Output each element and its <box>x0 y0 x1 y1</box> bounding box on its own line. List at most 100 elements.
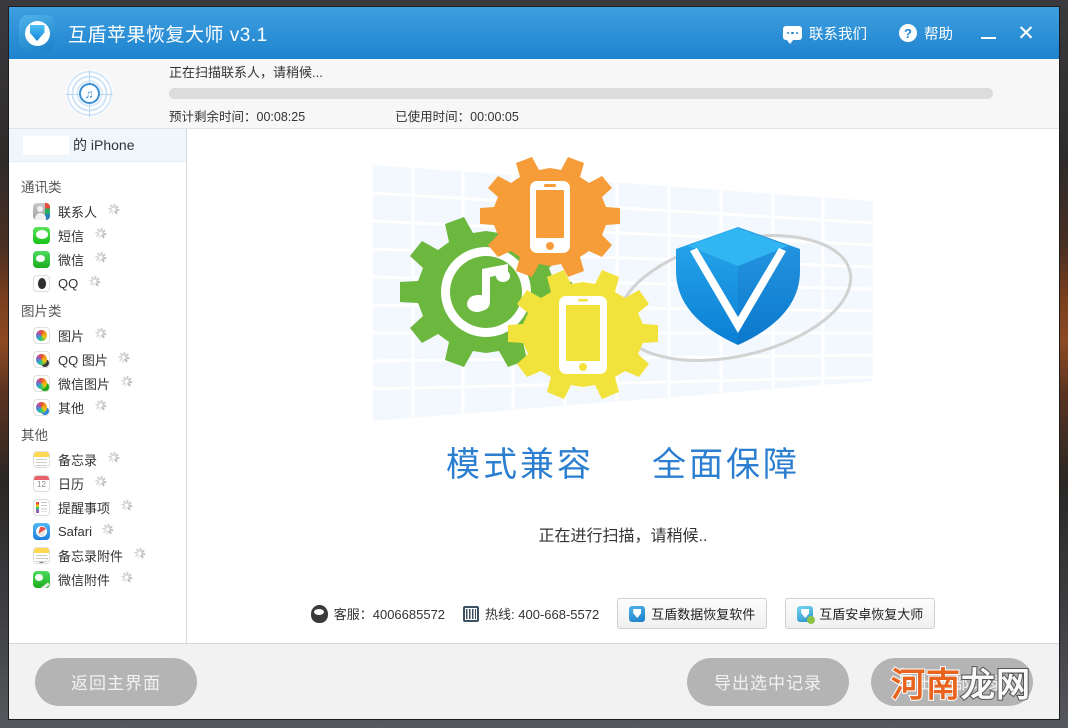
footer-toolbar: 返回主界面 导出选中记录 导出全部记录 河南龙网 <box>9 643 1059 719</box>
tagline-1: 模式兼容 <box>446 446 594 484</box>
photos-icon <box>33 326 50 344</box>
promo-android-recovery-label: 互盾安卓恢复大师 <box>819 607 924 622</box>
loading-spinner-icon <box>120 375 132 389</box>
loading-spinner-icon <box>107 451 119 465</box>
sidebar-group-title: 其他 <box>21 428 48 443</box>
qq-penguin-icon <box>308 604 330 624</box>
sidebar-item-qq-photos[interactable]: QQ 图片 <box>9 347 186 371</box>
scanning-message: 正在进行扫描，请稍候.. <box>538 528 708 545</box>
sidebar-item-label: QQ <box>58 275 79 291</box>
loading-spinner-icon <box>102 523 114 537</box>
device-header[interactable]: 的 iPhone <box>9 129 186 162</box>
sidebar-item-notes[interactable]: 备忘录 <box>9 447 186 471</box>
contact-us-button[interactable]: 联系我们 <box>767 23 883 44</box>
export-selected-button[interactable]: 导出选中记录 <box>687 657 849 706</box>
loading-spinner-icon <box>94 327 106 341</box>
loading-spinner-icon <box>133 547 145 561</box>
promo-data-recovery-label: 互盾数据恢复软件 <box>651 607 756 622</box>
tagline-2: 全面保障 <box>652 446 800 484</box>
sidebar-item-contacts[interactable]: 联系人 <box>9 199 186 223</box>
sidebar-item-label: Safari <box>58 523 92 539</box>
shield-badge-icon <box>629 605 646 622</box>
sidebar-item-label: 短信 <box>58 228 85 244</box>
notes-icon <box>33 450 50 468</box>
sidebar-item-safari[interactable]: Safari <box>9 519 186 543</box>
contact-us-label: 联系我们 <box>809 26 867 43</box>
wechat-attachment-icon <box>33 570 50 588</box>
device-name-label: 的 iPhone <box>73 137 135 153</box>
qq-support-label: 客服：4006685572 <box>333 607 446 622</box>
sidebar-nav: 通讯类 联系人 短信 微信 QQ 图片类 图片 QQ 图片 微信图片 其他 其他 备忘录 12 日历 提醒事… <box>9 162 186 591</box>
help-button[interactable]: ? 帮助 <box>883 23 969 44</box>
title-bar-actions: 联系我们 ? 帮助 ✕ <box>767 13 1045 53</box>
application-window: 互盾苹果恢复大师 v3.1 联系我们 ? 帮助 ✕ ♫ 正在扫描联系人，请稍候.… <box>8 6 1060 720</box>
qq-icon <box>33 274 50 292</box>
promo-android-recovery-button[interactable]: 互盾安卓恢复大师 <box>785 598 936 629</box>
shield-logo-icon <box>19 15 55 51</box>
taglines: 模式兼容 全面保障 <box>446 437 800 486</box>
scan-icon-container: ♫ <box>9 70 169 117</box>
sidebar-group-title: 通讯类 <box>21 180 62 195</box>
wechat-icon <box>33 250 50 268</box>
promo-data-recovery-button[interactable]: 互盾数据恢复软件 <box>617 598 768 629</box>
sidebar-item-other-photos[interactable]: 其他 <box>9 395 186 419</box>
elapsed-time-label: 已使用时间：00:00:05 <box>395 110 519 124</box>
chat-bubble-icon <box>783 26 802 44</box>
sidebar-item-reminders[interactable]: 提醒事项 <box>9 495 186 519</box>
sidebar-item-label: 提醒事项 <box>58 500 111 516</box>
close-button[interactable]: ✕ <box>1007 13 1045 53</box>
messages-icon <box>33 226 50 244</box>
sidebar-item-label: 联系人 <box>58 204 98 220</box>
scan-time-row: 预计剩余时间：00:08:25 已使用时间：00:00:05 <box>169 106 993 125</box>
sidebar-item-label: QQ 图片 <box>58 352 108 368</box>
sidebar: 的 iPhone 通讯类 联系人 短信 微信 QQ 图片类 图片 QQ 图片 微信图片 其他 其他备… <box>9 129 187 643</box>
calendar-icon: 12 <box>33 474 50 492</box>
gears-phone-tablet-shield-illustration <box>353 143 893 443</box>
loading-spinner-icon <box>118 351 130 365</box>
support-contact-row: 客服：4006685572 热线: 400-668-5572 互盾数据恢复软件 … <box>187 598 1059 629</box>
sidebar-item-wechat-photos[interactable]: 微信图片 <box>9 371 186 395</box>
title-bar: 互盾苹果恢复大师 v3.1 联系我们 ? 帮助 ✕ <box>9 7 1059 59</box>
reminders-icon <box>33 498 50 516</box>
sidebar-item-calendar[interactable]: 12 日历 <box>9 471 186 495</box>
hotline-item: 热线: 400-668-5572 <box>463 604 599 623</box>
sidebar-item-notes-attachment[interactable]: 备忘录附件 <box>9 543 186 567</box>
hotline-label: 热线: 400-668-5572 <box>485 607 600 622</box>
loading-spinner-icon <box>94 251 106 265</box>
question-mark-circle-icon: ? <box>899 24 917 42</box>
app-title: 互盾苹果恢复大师 v3.1 <box>68 24 268 46</box>
body-area: 的 iPhone 通讯类 联系人 短信 微信 QQ 图片类 图片 QQ 图片 微信图片 其他 其他备… <box>9 129 1059 643</box>
telephone-icon <box>463 605 480 622</box>
remaining-time-label: 预计剩余时间：00:08:25 <box>169 110 306 124</box>
export-all-button[interactable]: 导出全部记录 <box>871 657 1033 706</box>
loading-spinner-icon <box>94 227 106 241</box>
contacts-icon <box>33 202 50 220</box>
sidebar-item-label: 微信附件 <box>58 572 111 588</box>
qq-support-item[interactable]: 客服：4006685572 <box>308 604 446 624</box>
main-content: 模式兼容 全面保障 正在进行扫描，请稍候.. 客服：4006685572 热线:… <box>187 129 1059 643</box>
sidebar-item-qq[interactable]: QQ <box>9 271 186 295</box>
wechat-photos-icon <box>33 374 50 392</box>
sidebar-item-wechat-attachment[interactable]: 微信附件 <box>9 567 186 591</box>
minimize-button[interactable] <box>969 13 1007 53</box>
loading-spinner-icon <box>88 275 101 289</box>
scan-status-text: 正在扫描联系人，请稍候... <box>169 65 323 80</box>
progress-bar-track <box>169 88 993 99</box>
music-radar-scan-icon: ♫ <box>65 70 113 117</box>
sidebar-item-label: 微信图片 <box>58 376 111 392</box>
loading-spinner-icon <box>120 499 132 513</box>
qq-photos-icon <box>33 350 50 368</box>
other-photos-icon <box>33 398 50 416</box>
device-name-redacted <box>23 135 69 155</box>
loading-spinner-icon <box>94 399 106 413</box>
loading-spinner-icon <box>107 203 119 217</box>
sidebar-item-messages[interactable]: 短信 <box>9 223 186 247</box>
sidebar-item-label: 图片 <box>58 328 85 344</box>
sidebar-item-photos[interactable]: 图片 <box>9 323 186 347</box>
notes-attachment-icon <box>33 546 50 564</box>
help-label: 帮助 <box>924 26 953 43</box>
sidebar-item-wechat[interactable]: 微信 <box>9 247 186 271</box>
loading-spinner-icon <box>120 571 132 585</box>
sidebar-group-title: 图片类 <box>21 304 62 319</box>
back-to-main-button[interactable]: 返回主界面 <box>35 657 197 706</box>
